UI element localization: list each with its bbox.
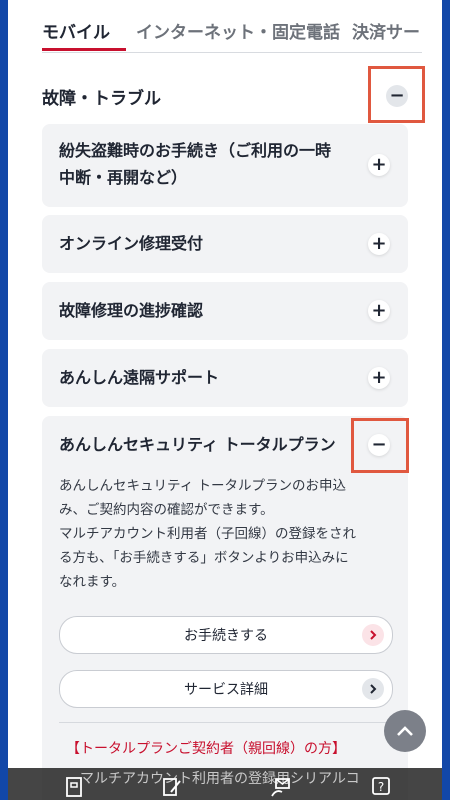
accordion-item-title-line2: 中断・再開など） <box>59 168 188 187</box>
help-icon[interactable]: ? <box>370 776 392 798</box>
description-line: み、ご契約内容の確認ができます。 <box>59 502 274 518</box>
divider <box>59 722 391 723</box>
plan-description: あんしんセキュリティ トータルプランのお申込 み、ご契約内容の確認ができます。 … <box>59 474 393 594</box>
description-line: あんしんセキュリティ トータルプランのお申込 <box>59 478 346 494</box>
edit-icon[interactable] <box>161 776 183 798</box>
service-details-label: サービス詳細 <box>184 682 268 698</box>
chevron-up-icon <box>397 726 413 736</box>
svg-text:?: ? <box>378 780 384 794</box>
accordion-item-security-total-plan: あんしんセキュリティ トータルプラン − あんしんセキュリティ トータルプランの… <box>42 416 408 800</box>
tab-mobile[interactable]: モバイル <box>42 18 110 43</box>
partial-link-text: マルチアカウント利用者の登録用シリアルコ <box>80 771 360 787</box>
bottom-navigation-bar: マルチアカウント利用者の登録用シリアルコ ? <box>8 768 442 800</box>
tab-internet-landline[interactable]: インターネット・固定電話 <box>136 18 340 43</box>
accordion-item-title: オンライン修理受付 <box>59 234 204 253</box>
accordion-item-title-line1: 紛失盗難時のお手続き（ご利用の一時 <box>59 141 332 160</box>
accordion-item-title[interactable]: あんしんセキュリティ トータルプラン <box>59 430 336 460</box>
parent-line-heading: 【トータルプランご契約者（親回線）の方】 <box>66 741 346 757</box>
chevron-right-icon <box>362 624 384 646</box>
description-line: なれます。 <box>59 574 126 590</box>
apply-button[interactable]: お手続きする <box>59 616 393 654</box>
receipt-icon[interactable] <box>64 776 86 798</box>
accordion-item-lost-stolen[interactable]: 紛失盗難時のお手続き（ご利用の一時 中断・再開など） + <box>42 124 408 207</box>
service-details-button[interactable]: サービス詳細 <box>59 670 393 708</box>
active-tab-underline <box>42 48 126 51</box>
category-tabs: モバイル インターネット・固定電話 決済サー <box>42 0 422 53</box>
description-line: る方も、「お手続きする」ボタンよりお申込みに <box>59 550 349 566</box>
chevron-right-icon <box>362 678 384 700</box>
accordion-item-online-repair[interactable]: オンライン修理受付 + <box>42 215 408 273</box>
highlight-box-plan <box>351 418 409 473</box>
scroll-to-top-button[interactable] <box>384 710 426 752</box>
plus-icon[interactable]: + <box>368 300 390 322</box>
accordion-item-title: あんしん遠隔サポート <box>59 368 220 387</box>
mail-hand-icon[interactable] <box>270 776 292 798</box>
accordion-item-title: 故障修理の進捗確認 <box>59 301 204 320</box>
highlight-box-section <box>368 66 425 123</box>
plus-icon[interactable]: + <box>368 367 390 389</box>
apply-button-label: お手続きする <box>184 628 268 644</box>
description-line: マルチアカウント利用者（子回線）の登録をされ <box>59 526 356 542</box>
plus-icon[interactable]: + <box>368 233 390 255</box>
screen: モバイル インターネット・固定電話 決済サー 故障・トラブル − 紛失盗難時のお… <box>8 0 442 800</box>
tab-payment[interactable]: 決済サー <box>352 18 420 43</box>
accordion-item-repair-status[interactable]: 故障修理の進捗確認 + <box>42 282 408 340</box>
section-title: 故障・トラブル <box>42 89 161 109</box>
plus-icon[interactable]: + <box>368 154 390 176</box>
accordion-item-remote-support[interactable]: あんしん遠隔サポート + <box>42 349 408 407</box>
